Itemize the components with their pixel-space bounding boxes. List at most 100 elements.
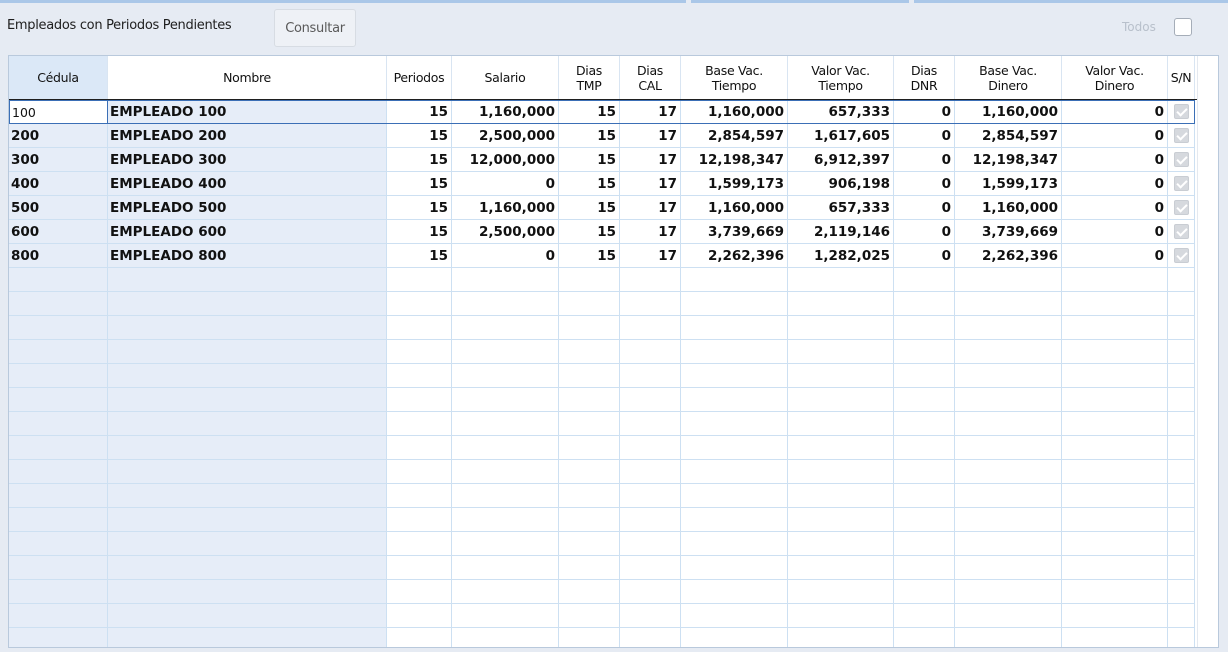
cell-dias-tmp[interactable]: 15 (559, 244, 620, 268)
cell-dias-dnr[interactable]: 0 (894, 148, 955, 172)
column-header-salario[interactable]: Salario (452, 56, 559, 99)
cell-periodos[interactable]: 15 (387, 244, 452, 268)
cell-valor-vac-dinero[interactable]: 0 (1062, 124, 1168, 148)
column-header-nombre[interactable]: Nombre (108, 56, 387, 99)
cell-base-vac-dinero[interactable]: 2,854,597 (955, 124, 1062, 148)
table-row[interactable]: 500 EMPLEADO 500 15 1,160,000 15 17 1,160,000 6… (9, 196, 1195, 220)
table-row[interactable]: 400 EMPLEADO 400 15 0 15 17 1,599,173 906,198 0 1… (9, 172, 1195, 196)
cell-base-vac-dinero[interactable]: 1,160,000 (955, 100, 1062, 124)
cell-valor-vac-tiempo[interactable]: 1,282,025 (788, 244, 894, 268)
column-header-base-vac-tiempo[interactable]: Base Vac. Tiempo (681, 56, 788, 99)
column-header-sn[interactable]: S/N (1168, 56, 1195, 99)
cell-valor-vac-dinero[interactable]: 0 (1062, 220, 1168, 244)
cell-valor-vac-tiempo[interactable]: 1,617,605 (788, 124, 894, 148)
cell-nombre[interactable]: EMPLEADO 200 (108, 124, 387, 148)
table-row[interactable]: 100 EMPLEADO 100 15 1,160,000 15 17 1,160,000 6… (9, 100, 1195, 124)
cell-base-vac-dinero[interactable]: 1,160,000 (955, 196, 1062, 220)
cell-dias-tmp[interactable]: 15 (559, 196, 620, 220)
cell-dias-tmp[interactable]: 15 (559, 220, 620, 244)
cell-cedula[interactable]: 600 (9, 220, 108, 244)
cell-nombre[interactable]: EMPLEADO 500 (108, 196, 387, 220)
table-row[interactable]: 800 EMPLEADO 800 15 0 15 17 2,262,396 1,282,025… (9, 244, 1195, 268)
cell-valor-vac-dinero[interactable]: 0 (1062, 172, 1168, 196)
cell-salario[interactable]: 0 (452, 172, 559, 196)
cell-valor-vac-dinero[interactable]: 0 (1062, 244, 1168, 268)
cell-salario[interactable]: 1,160,000 (452, 100, 559, 124)
cell-valor-vac-dinero[interactable]: 0 (1062, 100, 1168, 124)
column-header-dias-tmp[interactable]: Dias TMP (559, 56, 620, 99)
cell-dias-dnr[interactable]: 0 (894, 100, 955, 124)
sn-checkbox[interactable] (1174, 128, 1189, 143)
cell-periodos[interactable]: 15 (387, 124, 452, 148)
cell-dias-cal[interactable]: 17 (620, 196, 681, 220)
cell-valor-vac-tiempo[interactable]: 906,198 (788, 172, 894, 196)
cell-salario[interactable]: 2,500,000 (452, 220, 559, 244)
column-header-periodos[interactable]: Periodos (387, 56, 452, 99)
cell-valor-vac-tiempo[interactable]: 657,333 (788, 196, 894, 220)
cell-valor-vac-tiempo[interactable]: 6,912,397 (788, 148, 894, 172)
cell-dias-dnr[interactable]: 0 (894, 196, 955, 220)
cell-cedula[interactable]: 400 (9, 172, 108, 196)
cell-base-vac-dinero[interactable]: 1,599,173 (955, 172, 1062, 196)
cell-dias-cal[interactable]: 17 (620, 100, 681, 124)
cell-valor-vac-tiempo[interactable]: 2,119,146 (788, 220, 894, 244)
cell-base-vac-dinero[interactable]: 12,198,347 (955, 148, 1062, 172)
cell-dias-tmp[interactable]: 15 (559, 100, 620, 124)
cell-dias-cal[interactable]: 17 (620, 148, 681, 172)
cell-nombre[interactable]: EMPLEADO 300 (108, 148, 387, 172)
todos-checkbox[interactable] (1174, 18, 1192, 36)
cell-periodos[interactable]: 15 (387, 100, 452, 124)
cell-valor-vac-dinero[interactable]: 0 (1062, 196, 1168, 220)
sn-checkbox[interactable] (1174, 224, 1189, 239)
table-row[interactable]: 300 EMPLEADO 300 15 12,000,000 15 17 12,198,34… (9, 148, 1195, 172)
table-row[interactable]: 600 EMPLEADO 600 15 2,500,000 15 17 3,739,669 2… (9, 220, 1195, 244)
cell-dias-cal[interactable]: 17 (620, 220, 681, 244)
grid-body[interactable]: 100 EMPLEADO 100 15 1,160,000 15 17 1,160,000 6… (9, 100, 1218, 647)
column-header-valor-vac-tiempo[interactable]: Valor Vac. Tiempo (788, 56, 894, 99)
cell-valor-vac-tiempo[interactable]: 657,333 (788, 100, 894, 124)
cell-nombre[interactable]: EMPLEADO 400 (108, 172, 387, 196)
cell-dias-tmp[interactable]: 15 (559, 148, 620, 172)
column-header-dias-cal[interactable]: Dias CAL (620, 56, 681, 99)
vertical-scrollbar[interactable] (1197, 56, 1218, 647)
cell-cedula[interactable]: 100 (9, 100, 108, 124)
cell-valor-vac-dinero[interactable]: 0 (1062, 148, 1168, 172)
cell-dias-cal[interactable]: 17 (620, 244, 681, 268)
sn-checkbox[interactable] (1174, 152, 1189, 167)
cell-base-vac-tiempo[interactable]: 2,854,597 (681, 124, 788, 148)
cell-dias-dnr[interactable]: 0 (894, 220, 955, 244)
cell-cedula[interactable]: 300 (9, 148, 108, 172)
cell-base-vac-dinero[interactable]: 3,739,669 (955, 220, 1062, 244)
cell-base-vac-tiempo[interactable]: 2,262,396 (681, 244, 788, 268)
cell-base-vac-tiempo[interactable]: 1,599,173 (681, 172, 788, 196)
cell-nombre[interactable]: EMPLEADO 800 (108, 244, 387, 268)
cell-base-vac-tiempo[interactable]: 12,198,347 (681, 148, 788, 172)
sn-checkbox[interactable] (1174, 104, 1189, 119)
sn-checkbox[interactable] (1174, 200, 1189, 215)
column-header-dias-dnr[interactable]: Dias DNR (894, 56, 955, 99)
consultar-button[interactable]: Consultar (274, 9, 356, 47)
cell-periodos[interactable]: 15 (387, 148, 452, 172)
cell-nombre[interactable]: EMPLEADO 600 (108, 220, 387, 244)
cell-salario[interactable]: 12,000,000 (452, 148, 559, 172)
cell-dias-cal[interactable]: 17 (620, 172, 681, 196)
cell-dias-cal[interactable]: 17 (620, 124, 681, 148)
cell-base-vac-tiempo[interactable]: 3,739,669 (681, 220, 788, 244)
cell-periodos[interactable]: 15 (387, 220, 452, 244)
cell-base-vac-tiempo[interactable]: 1,160,000 (681, 196, 788, 220)
column-header-valor-vac-dinero[interactable]: Valor Vac. Dinero (1062, 56, 1168, 99)
column-header-cedula[interactable]: Cédula (9, 56, 108, 99)
cell-dias-tmp[interactable]: 15 (559, 172, 620, 196)
column-header-base-vac-dinero[interactable]: Base Vac. Dinero (955, 56, 1062, 99)
sn-checkbox[interactable] (1174, 176, 1189, 191)
cell-dias-dnr[interactable]: 0 (894, 124, 955, 148)
table-row[interactable]: 200 EMPLEADO 200 15 2,500,000 15 17 2,854,597 1… (9, 124, 1195, 148)
cell-cedula[interactable]: 800 (9, 244, 108, 268)
cell-dias-tmp[interactable]: 15 (559, 124, 620, 148)
cell-cedula[interactable]: 500 (9, 196, 108, 220)
cell-salario[interactable]: 2,500,000 (452, 124, 559, 148)
cell-nombre[interactable]: EMPLEADO 100 (108, 100, 387, 124)
cell-salario[interactable]: 0 (452, 244, 559, 268)
cell-dias-dnr[interactable]: 0 (894, 244, 955, 268)
cell-dias-dnr[interactable]: 0 (894, 172, 955, 196)
